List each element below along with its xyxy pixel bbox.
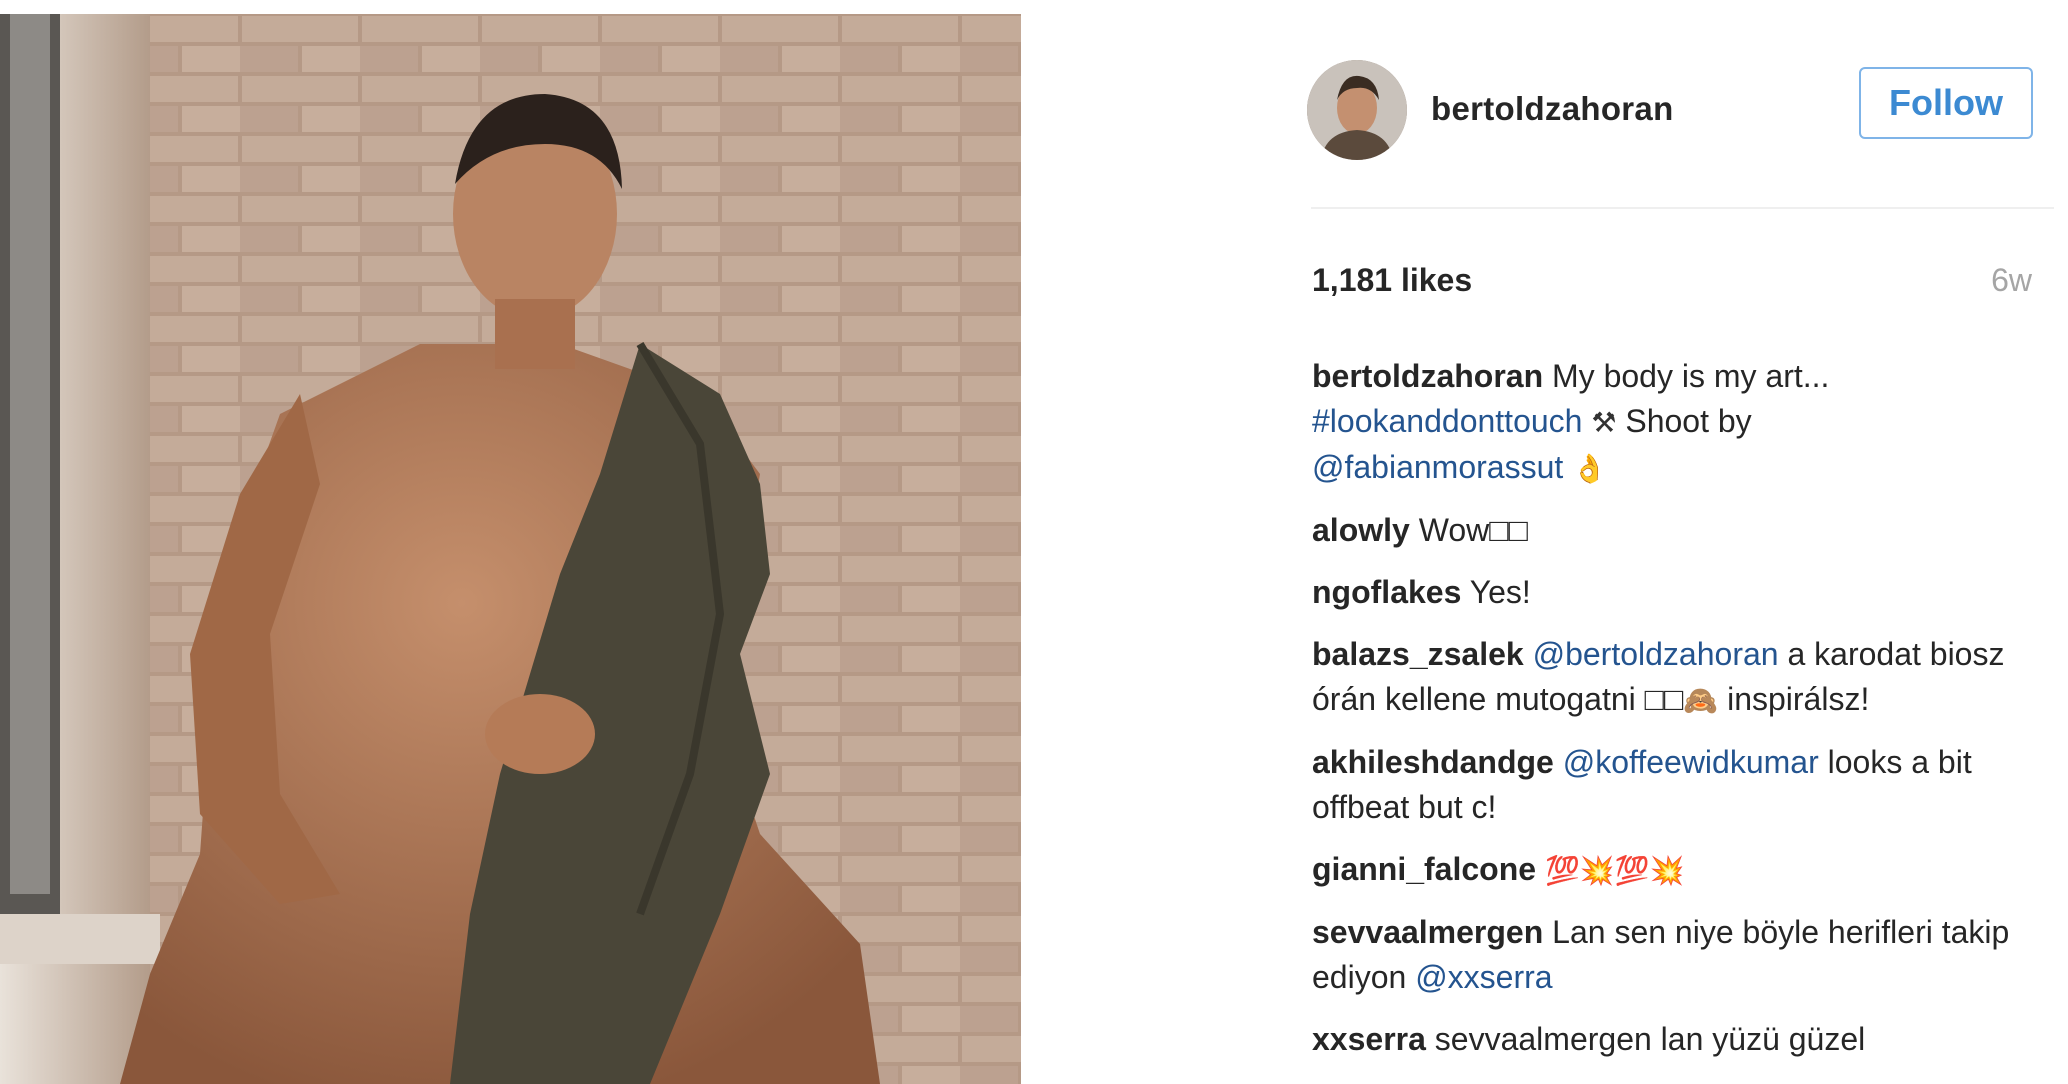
instagram-post-page: bertoldzahoran Follow 1,181 likes 6w ber… [0, 0, 2068, 1084]
post-image-illustration [0, 14, 1021, 1084]
comment-text: sevvaalmergen lan yüzü güzel [1425, 1021, 1866, 1057]
caption-text: My body is my art... [1543, 358, 1830, 394]
mention-link[interactable]: @fabianmorassut [1312, 449, 1563, 485]
caption: bertoldzahoran My body is my art... #loo… [1312, 354, 2047, 491]
comment-author[interactable]: gianni_falcone [1312, 851, 1536, 887]
comment-author[interactable]: alowly [1312, 512, 1410, 548]
comment-list: bertoldzahoran My body is my art... #loo… [1312, 354, 2047, 1079]
post-header: bertoldzahoran Follow [1307, 60, 2055, 160]
mention-link[interactable]: @koffeewidkumar [1563, 744, 1819, 780]
see-no-evil-monkey-icon: 🙈 [1683, 684, 1719, 717]
hashtag-link[interactable]: #lookanddonttouch [1312, 403, 1582, 439]
comment-author[interactable]: sevvaalmergen [1312, 914, 1543, 950]
comment-emoji-text: 💯💥💯💥 [1536, 854, 1685, 887]
comment-item: sevvaalmergen Lan sen niye böyle herifle… [1312, 910, 2047, 1000]
ok-hand-icon: 👌 [1572, 452, 1608, 485]
comment-item: gianni_falcone 💯💥💯💥 [1312, 847, 2047, 893]
header-divider [1311, 207, 2054, 209]
comment-text-after: inspirálsz! [1718, 681, 1870, 717]
comment-item: xxserra sevvaalmergen lan yüzü güzel [1312, 1017, 2047, 1062]
top-border [0, 0, 2068, 15]
post-details-panel: bertoldzahoran Follow 1,181 likes 6w ber… [1021, 14, 2068, 1084]
follow-button[interactable]: Follow [1859, 67, 2033, 139]
comment-item: akhileshdandge @koffeewidkumar looks a b… [1312, 740, 2047, 830]
avatar[interactable] [1307, 60, 1407, 160]
post-author-username[interactable]: bertoldzahoran [1431, 90, 1674, 128]
likes-count[interactable]: 1,181 likes [1312, 262, 1472, 299]
mention-link[interactable]: @xxserra [1415, 959, 1552, 995]
mention-link[interactable]: @bertoldzahoran [1533, 636, 1779, 672]
comment-author[interactable]: akhileshdandge [1312, 744, 1554, 780]
caption-author[interactable]: bertoldzahoran [1312, 358, 1543, 394]
comment-item: balazs_zsalek @bertoldzahoran a karodat … [1312, 632, 2047, 723]
caption-text-2: Shoot by [1616, 403, 1752, 439]
comment-text: Wow□□ [1409, 512, 1528, 548]
comment-author[interactable]: ngoflakes [1312, 574, 1461, 610]
comment-text: Yes! [1461, 574, 1531, 610]
hammer-and-pick-icon: ⚒ [1591, 406, 1617, 439]
avatar-image [1307, 60, 1407, 160]
post-timestamp[interactable]: 6w [1991, 262, 2032, 299]
comment-item: alowly Wow□□ [1312, 508, 2047, 553]
comment-item: ngoflakes Yes! [1312, 570, 2047, 615]
comment-author[interactable]: xxserra [1312, 1021, 1426, 1057]
post-photo[interactable] [0, 14, 1021, 1084]
comment-author[interactable]: balazs_zsalek [1312, 636, 1524, 672]
